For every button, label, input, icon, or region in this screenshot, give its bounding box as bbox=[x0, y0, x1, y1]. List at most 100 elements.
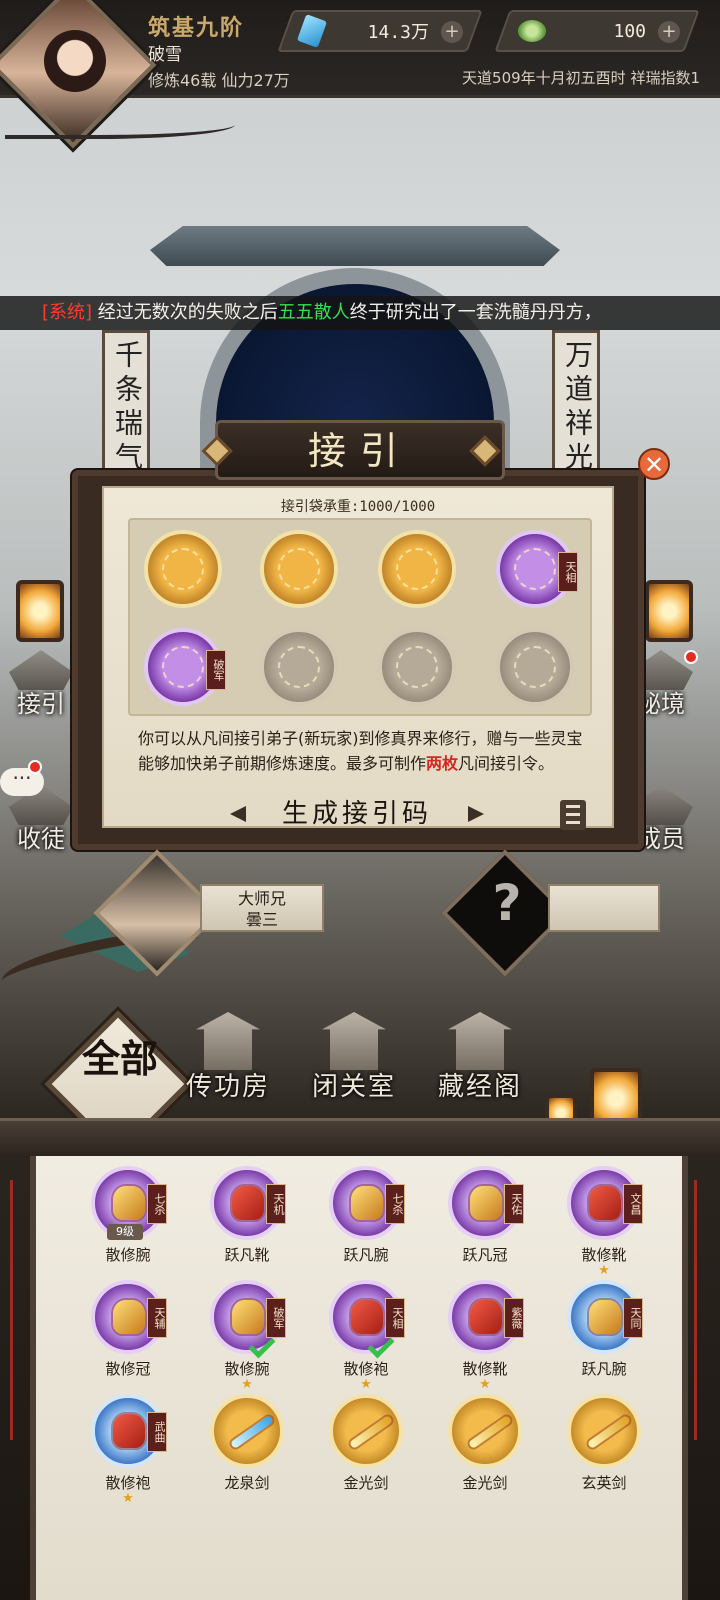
inventory-item[interactable]: 七杀 跃凡腕 bbox=[318, 1166, 414, 1276]
sword-icon bbox=[230, 1414, 274, 1450]
gift-item-slot[interactable] bbox=[378, 530, 456, 608]
close-dialog-button[interactable]: ✕ bbox=[638, 448, 670, 480]
item-orb: 武曲 bbox=[91, 1394, 167, 1468]
empty-gift-slot[interactable] bbox=[378, 628, 456, 706]
star-attribute-tag: 天佑 bbox=[504, 1184, 524, 1224]
star-rating-icon: ★ bbox=[479, 1377, 491, 1392]
star-attribute-tag: 破军 bbox=[206, 650, 226, 690]
inventory-item[interactable]: 文昌 散修靴 ★ bbox=[556, 1166, 652, 1278]
item-orb bbox=[210, 1394, 284, 1468]
add-gems-button[interactable]: + bbox=[441, 21, 463, 43]
item-orb: 七杀 9级 bbox=[91, 1166, 167, 1240]
tab-retreat-label: 闭关室 bbox=[311, 1072, 396, 1102]
bag-capacity: 接引袋承重:1000/1000 bbox=[280, 499, 436, 515]
item-name: 玄英剑 bbox=[581, 1474, 627, 1492]
item-name: 跃凡靴 bbox=[224, 1246, 270, 1264]
broadcast-text-2: 终于研究出了一套洗髓丹丹方， bbox=[349, 302, 602, 323]
inventory-item[interactable]: 龙泉剑 bbox=[199, 1394, 295, 1504]
item-orb: 天辅 bbox=[91, 1280, 167, 1354]
equipment-icon bbox=[113, 1300, 145, 1334]
coin-currency-box: 100 + bbox=[494, 10, 700, 52]
tab-scripture-library[interactable]: 藏经阁 bbox=[424, 1012, 536, 1103]
senior-disciple-plate[interactable]: 大师兄 曇三 bbox=[200, 884, 324, 932]
generate-code-button[interactable]: 生成接引码 bbox=[230, 796, 484, 832]
item-name: 散修腕 bbox=[105, 1246, 151, 1264]
player-name: 破雪 bbox=[148, 45, 182, 65]
star-attribute-tag: 七杀 bbox=[385, 1184, 405, 1224]
tab-retreat-room[interactable]: 闭关室 bbox=[298, 1012, 410, 1103]
empty-gift-slot[interactable] bbox=[260, 628, 338, 706]
star-attribute-tag: 武曲 bbox=[147, 1412, 167, 1452]
item-orb: 紫薇 bbox=[448, 1280, 524, 1354]
inventory-item[interactable]: 金光剑 bbox=[437, 1394, 533, 1504]
item-name: 散修腕 bbox=[224, 1360, 270, 1378]
equipment-icon bbox=[514, 548, 556, 590]
sword-icon bbox=[349, 1414, 393, 1450]
tassel-left bbox=[10, 1180, 13, 1440]
empty-gift-slot[interactable] bbox=[496, 628, 574, 706]
inventory-item[interactable]: 天辅 散修冠 bbox=[80, 1280, 176, 1390]
player-stats: 修炼46载 仙力27万 bbox=[148, 71, 290, 90]
gate-roof bbox=[150, 226, 560, 266]
inventory-item[interactable]: 武曲 散修袍 ★ bbox=[80, 1394, 176, 1505]
lantern-left bbox=[16, 580, 64, 642]
question-mark-icon: ? bbox=[492, 874, 522, 932]
equipment-icon bbox=[470, 1186, 502, 1220]
item-orb: 破军 bbox=[210, 1280, 286, 1359]
inventory-panel: 七杀 9级 散修腕 天机 跃凡靴 七杀 跃凡腕 天佑 跃凡冠 文昌 散修靴 ★ 天辅 散修冠 破军 散修腕 ★ 天… bbox=[30, 1156, 688, 1600]
inventory-item[interactable]: 破军 散修腕 ★ bbox=[199, 1280, 295, 1391]
player-avatar[interactable] bbox=[44, 30, 106, 92]
star-rating-icon: ★ bbox=[598, 1263, 610, 1278]
item-orb: 天机 bbox=[210, 1166, 286, 1240]
inventory-item[interactable]: 金光剑 bbox=[318, 1394, 414, 1504]
unknown-disciple-plate[interactable] bbox=[548, 884, 660, 932]
equipment-icon bbox=[351, 1300, 383, 1334]
item-name: 散修袍 bbox=[343, 1360, 389, 1378]
gem-currency-box: 14.3万 + bbox=[277, 10, 483, 52]
gift-item-slot[interactable]: 破军 bbox=[144, 628, 226, 706]
inventory-item[interactable]: 紫薇散修靴 ★ bbox=[437, 1280, 533, 1392]
inventory-item[interactable]: 七杀 9级散修腕 bbox=[80, 1166, 176, 1276]
equipment-icon bbox=[162, 646, 204, 688]
item-level-badge: 9级 bbox=[107, 1224, 143, 1240]
equipment-icon bbox=[589, 1300, 621, 1334]
list-icon[interactable] bbox=[560, 800, 586, 830]
inventory-item[interactable]: 天同跃凡腕 bbox=[556, 1280, 652, 1390]
item-name: 跃凡腕 bbox=[581, 1360, 627, 1378]
gift-item-slot[interactable] bbox=[144, 530, 222, 608]
gift-item-slot[interactable]: 天相 bbox=[496, 530, 578, 608]
sword-icon bbox=[468, 1414, 512, 1450]
add-coins-button[interactable]: + bbox=[658, 21, 680, 43]
sword-icon bbox=[278, 548, 320, 590]
cloud-emblem-icon bbox=[396, 646, 438, 688]
item-name: 散修冠 bbox=[105, 1360, 151, 1378]
tab-all[interactable]: 全部 bbox=[72, 1040, 168, 1078]
description-highlight: 两枚 bbox=[426, 754, 459, 773]
equipment-icon bbox=[113, 1186, 145, 1220]
item-name: 龙泉剑 bbox=[224, 1474, 270, 1492]
star-attribute-tag: 紫薇 bbox=[504, 1298, 524, 1338]
disciple-name: 曇三 bbox=[245, 910, 278, 929]
couplet-left: 千条瑞气 bbox=[102, 330, 150, 480]
inventory-item[interactable]: 天相 散修袍 ★ bbox=[318, 1280, 414, 1391]
star-attribute-tag: 七杀 bbox=[147, 1184, 167, 1224]
recruit-description: 你可以从凡间接引弟子(新玩家)到修真界来修行，赠与一些灵宝能够加快弟子前期修炼速… bbox=[138, 726, 588, 776]
recruit-button[interactable]: 接引 bbox=[8, 650, 74, 720]
sword-icon bbox=[396, 548, 438, 590]
tab-transmission-room[interactable]: 传功房 bbox=[172, 1012, 284, 1103]
item-orb bbox=[448, 1394, 522, 1468]
item-name: 散修靴 bbox=[581, 1246, 627, 1264]
item-name: 跃凡冠 bbox=[462, 1246, 508, 1264]
inventory-item[interactable]: 天机跃凡靴 bbox=[199, 1166, 295, 1276]
inventory-item[interactable]: 天佑跃凡冠 bbox=[437, 1166, 533, 1276]
inventory-item[interactable]: 玄英剑 bbox=[556, 1394, 652, 1504]
item-name: 散修袍 bbox=[105, 1474, 151, 1492]
item-name: 散修靴 bbox=[462, 1360, 508, 1378]
player-rank: 筑基九阶 bbox=[148, 15, 245, 41]
star-attribute-tag: 天同 bbox=[623, 1298, 643, 1338]
gift-item-slot[interactable] bbox=[260, 530, 338, 608]
star-attribute-tag: 天机 bbox=[266, 1184, 286, 1224]
item-orb bbox=[567, 1394, 641, 1468]
broadcast-text-1: 经过无数次的失败之后 bbox=[92, 302, 278, 323]
couplet-right: 万道祥光 bbox=[552, 330, 600, 480]
